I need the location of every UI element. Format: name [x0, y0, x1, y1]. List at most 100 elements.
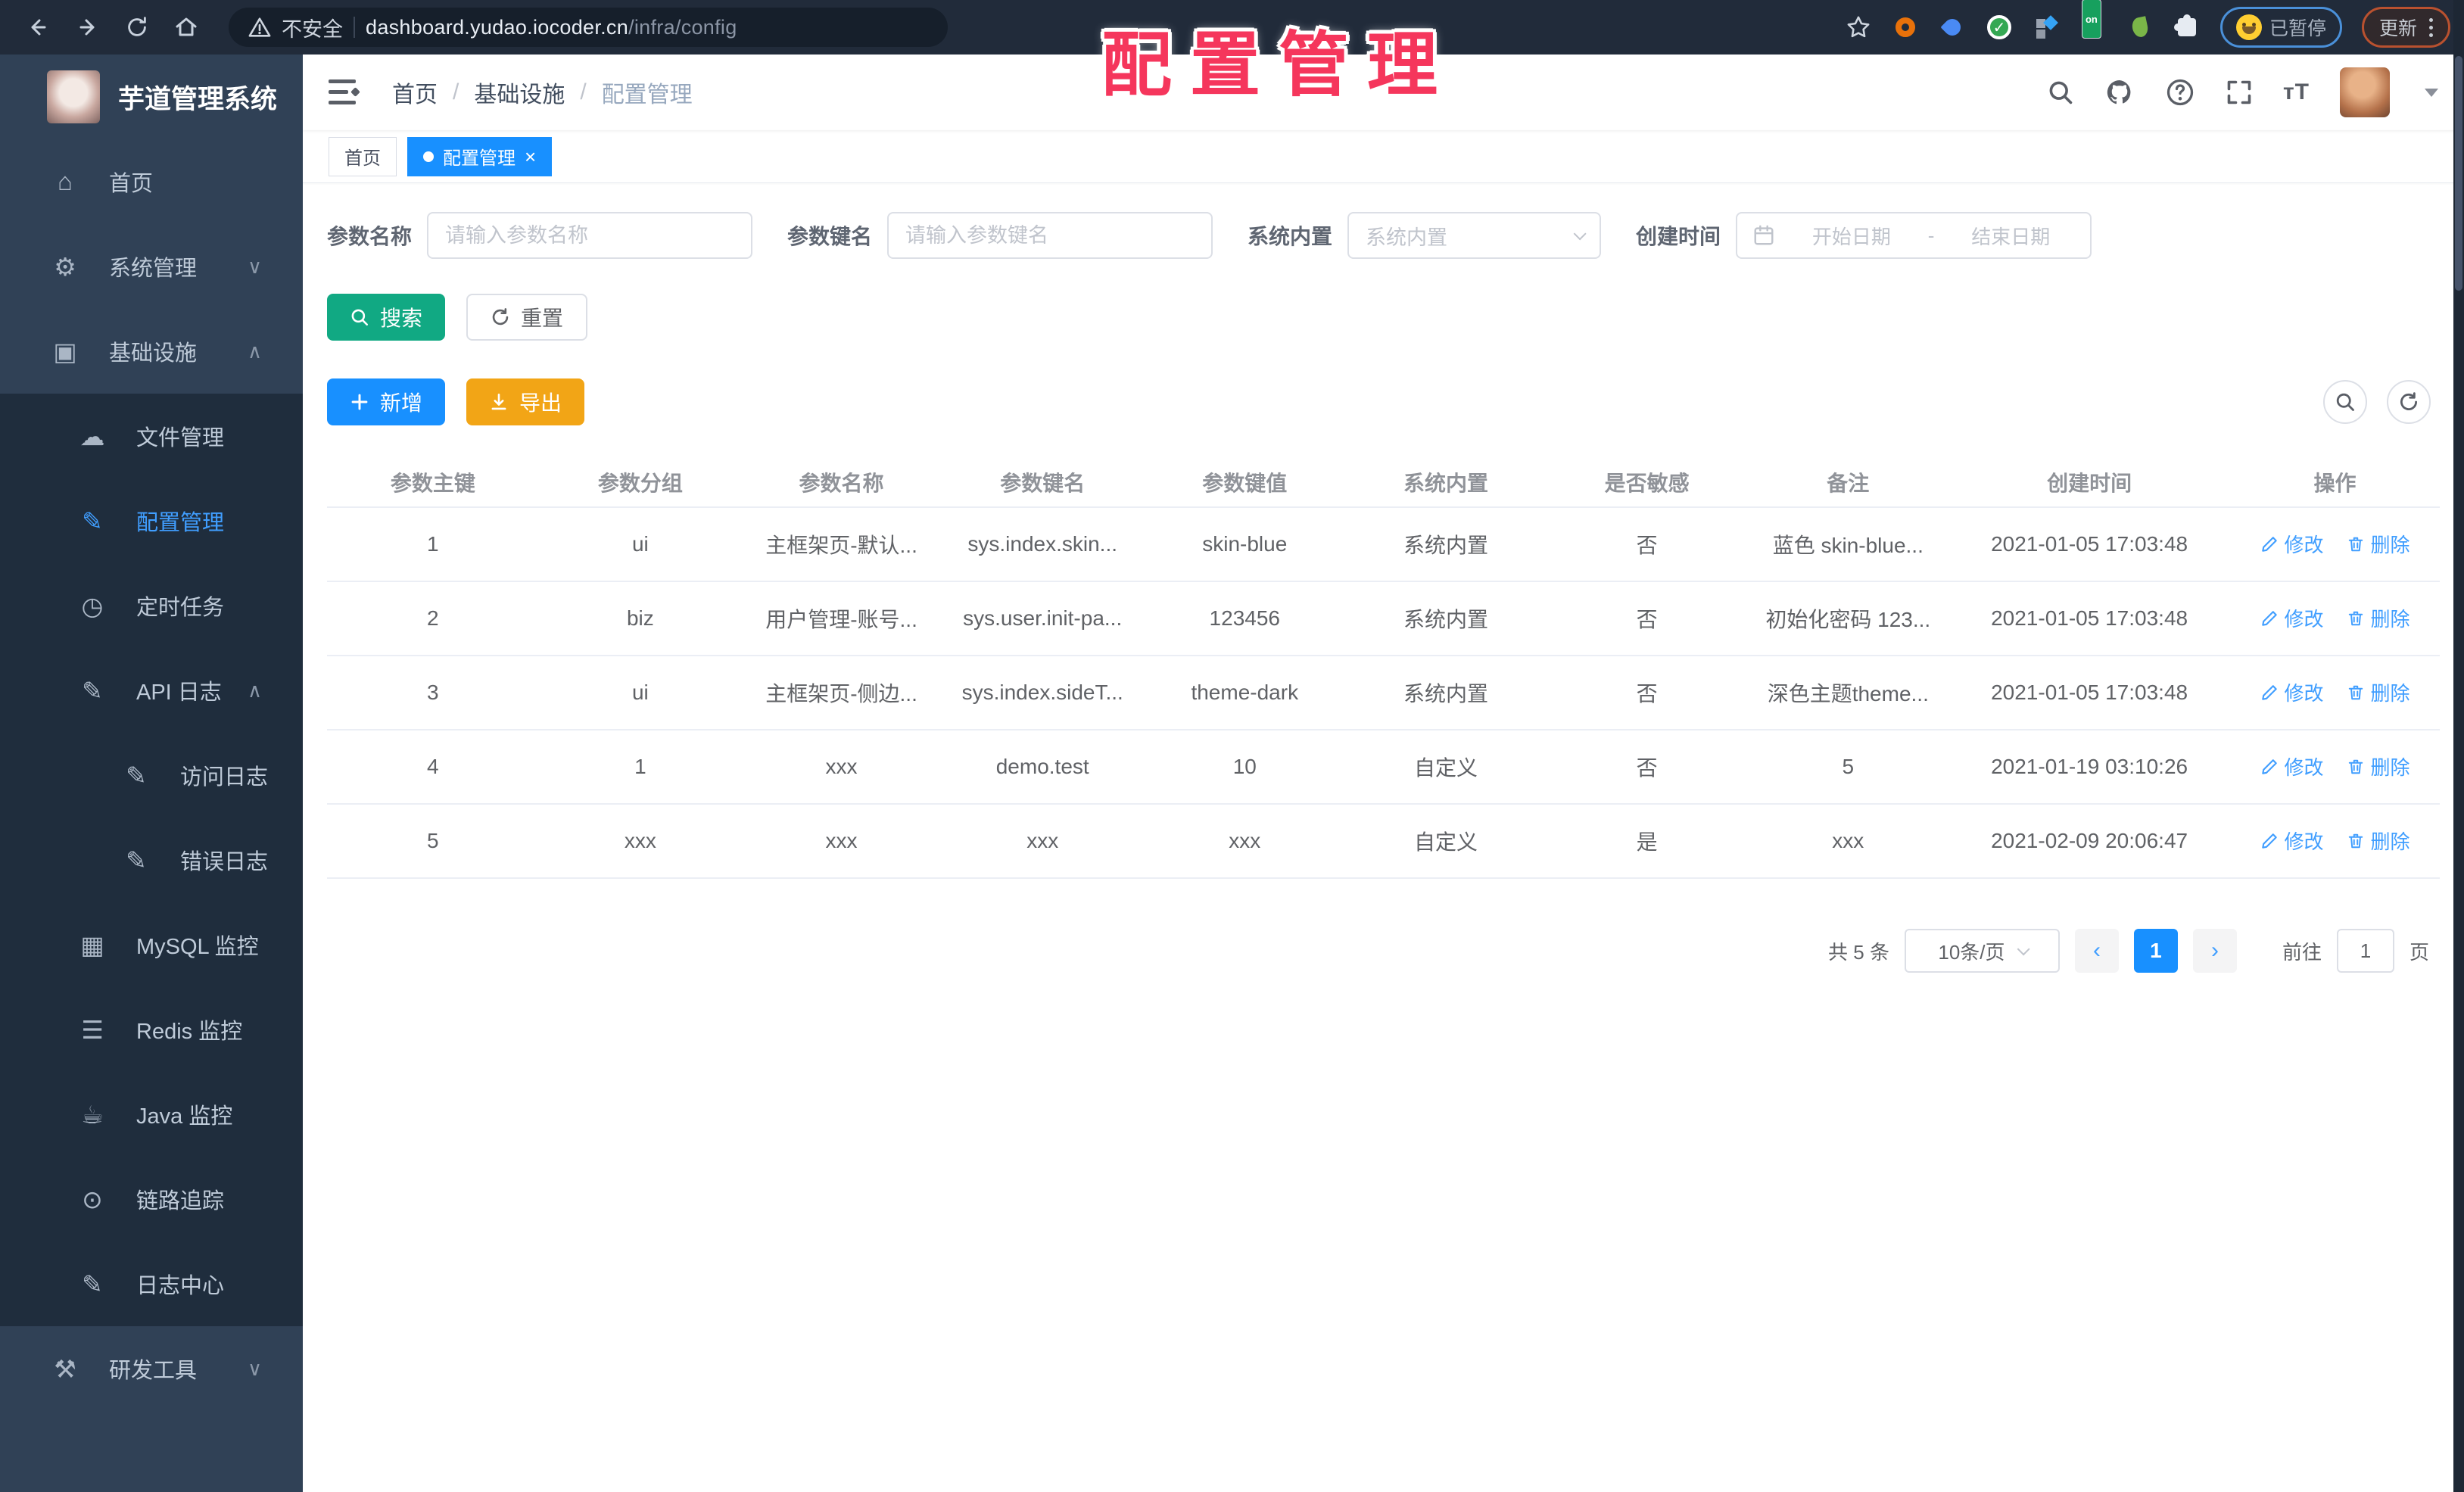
extension-grid-icon[interactable]: [2033, 14, 2060, 41]
log-icon: ✎: [82, 676, 103, 705]
add-button[interactable]: 新增: [327, 378, 446, 425]
search-button[interactable]: 搜索: [327, 294, 446, 341]
delete-link[interactable]: 删除: [2347, 604, 2410, 632]
sidebar-item-api-log[interactable]: ✎ API 日志 ∧: [0, 648, 303, 733]
bookmark-star-icon[interactable]: [1845, 14, 1872, 41]
extension-on-badge-icon[interactable]: on: [2079, 0, 2107, 41]
breadcrumb-current: 配置管理: [601, 83, 693, 107]
page-number-1[interactable]: 1: [2133, 929, 2178, 973]
fullscreen-icon[interactable]: [2226, 79, 2253, 106]
sidebar-item-config-management[interactable]: ✎ 配置管理: [0, 478, 303, 563]
delete-link[interactable]: 删除: [2347, 678, 2410, 706]
sidebar-item-file-management[interactable]: ☁ 文件管理: [0, 394, 303, 478]
avatar-caret-icon[interactable]: [2425, 88, 2438, 97]
sidebar-item-mysql-monitor[interactable]: ▦ MySQL 监控: [0, 902, 303, 987]
edit-link[interactable]: 修改: [2260, 604, 2324, 632]
edit-link[interactable]: 修改: [2260, 530, 2324, 558]
sidebar-item-redis-monitor[interactable]: ☰ Redis 监控: [0, 987, 303, 1072]
sidebar-item-java-monitor[interactable]: ☕ Java 监控: [0, 1072, 303, 1157]
table-row: 3 ui 主框架页-侧边... sys.index.sideT... theme-d…: [327, 656, 2440, 730]
export-button[interactable]: 导出: [466, 378, 585, 425]
trash-icon: [2347, 684, 2365, 702]
config-table: 参数主键 参数分组 参数名称 参数键名 参数键值 系统内置 是否敏感 备注 创建…: [327, 457, 2440, 879]
page-size-select[interactable]: 10条/页: [1904, 929, 2060, 973]
scrollbar-thumb[interactable]: [2455, 56, 2462, 291]
refresh-icon: [2398, 391, 2419, 413]
search-icon[interactable]: [2047, 79, 2074, 106]
extension-donut-icon[interactable]: [1892, 14, 1919, 41]
github-icon[interactable]: [2104, 77, 2135, 107]
edit-icon: [2260, 535, 2279, 553]
system-builtin-label: 系统内置: [1248, 225, 1333, 248]
main-area: 首页 / 基础设施 / 配置管理 тT 首页 配置管理 × 参数名称 请输入参数…: [303, 55, 2464, 1492]
browser-update-button[interactable]: 更新: [2361, 7, 2450, 48]
tag-config-management[interactable]: 配置管理 ×: [407, 136, 553, 176]
monitor-icon: ▣: [53, 337, 77, 366]
layers-icon: ☰: [81, 1015, 104, 1044]
delete-link[interactable]: 删除: [2347, 530, 2410, 558]
extension-pin-icon[interactable]: [1939, 14, 1966, 41]
eye-icon: ⊙: [82, 1185, 103, 1213]
next-page-button[interactable]: ›: [2192, 929, 2237, 973]
url-separator: [354, 17, 355, 38]
col-sensitive: 是否敏感: [1546, 457, 1748, 508]
param-name-input[interactable]: [427, 212, 753, 259]
browser-menu-dots-icon[interactable]: [2429, 17, 2433, 37]
date-range-picker[interactable]: 开始日期 - 结束日期: [1736, 212, 2092, 259]
window-scrollbar[interactable]: [2453, 0, 2464, 1492]
back-icon[interactable]: [24, 14, 51, 41]
home-icon: ⌂: [58, 167, 73, 195]
delete-link[interactable]: 删除: [2347, 752, 2410, 780]
reload-icon[interactable]: [124, 14, 150, 40]
log-icon: ✎: [126, 761, 147, 790]
sidebar: 芋道管理系统 ⌂ 首页 ⚙ 系统管理 ∨ ▣ 基础设施 ∧ ☁ 文件管理 ✎ 配…: [0, 55, 303, 1492]
refresh-table-button[interactable]: [2387, 380, 2431, 424]
user-avatar[interactable]: [2340, 67, 2390, 117]
system-builtin-select[interactable]: 系统内置: [1347, 212, 1602, 259]
delete-link[interactable]: 删除: [2347, 827, 2410, 855]
table-header-row: 参数主键 参数分组 参数名称 参数键名 参数键值 系统内置 是否敏感 备注 创建…: [327, 457, 2440, 508]
sidebar-item-scheduled-tasks[interactable]: ◷ 定时任务: [0, 563, 303, 648]
sidebar-item-system[interactable]: ⚙ 系统管理 ∨: [0, 224, 303, 309]
reset-button[interactable]: 重置: [466, 294, 588, 341]
log-icon: ✎: [82, 1269, 103, 1298]
tag-home[interactable]: 首页: [329, 136, 397, 176]
url-bar[interactable]: 不安全 dashboard.yudao.iocoder.cn/infra/con…: [229, 8, 948, 47]
help-icon[interactable]: [2165, 77, 2195, 107]
goto-page-input[interactable]: [2336, 929, 2394, 973]
edit-link[interactable]: 修改: [2260, 678, 2324, 706]
app-logo[interactable]: 芋道管理系统: [0, 55, 303, 139]
trash-icon: [2347, 535, 2365, 553]
sidebar-item-log-center[interactable]: ✎ 日志中心: [0, 1241, 303, 1326]
edit-link[interactable]: 修改: [2260, 752, 2324, 780]
extensions-puzzle-icon[interactable]: [2173, 14, 2201, 41]
sidebar-item-home[interactable]: ⌂ 首页: [0, 139, 303, 224]
table-row: 1 ui 主框架页-默认... sys.index.skin... skin-blu…: [327, 507, 2440, 582]
sidebar-collapse-icon[interactable]: [329, 79, 360, 105]
sidebar-item-tracing[interactable]: ⊙ 链路追踪: [0, 1157, 303, 1241]
font-size-icon[interactable]: тT: [2283, 79, 2310, 105]
hide-search-button[interactable]: [2323, 380, 2367, 424]
sidebar-item-infrastructure[interactable]: ▣ 基础设施 ∧: [0, 309, 303, 394]
breadcrumb-infrastructure[interactable]: 基础设施: [474, 76, 565, 109]
param-key-input[interactable]: [887, 212, 1213, 259]
profile-paused-badge[interactable]: 已暂停: [2219, 7, 2342, 48]
edit-link[interactable]: 修改: [2260, 827, 2324, 855]
close-icon[interactable]: ×: [525, 147, 536, 167]
home-icon[interactable]: [173, 14, 200, 41]
chevron-up-icon: ∧: [247, 339, 262, 363]
app-title: 芋道管理系统: [118, 84, 278, 114]
forward-icon[interactable]: [74, 14, 101, 41]
extension-check-icon[interactable]: ✓: [1986, 14, 2013, 41]
breadcrumb-home[interactable]: 首页: [392, 76, 438, 109]
col-remark: 备注: [1747, 457, 1949, 508]
sidebar-item-access-log[interactable]: ✎ 访问日志: [0, 733, 303, 818]
col-param-key: 参数键名: [940, 457, 1145, 508]
param-name-label: 参数名称: [327, 225, 413, 248]
database-icon: ▦: [80, 930, 104, 959]
sidebar-item-dev-tools[interactable]: ⚒ 研发工具 ∨: [0, 1326, 303, 1411]
sidebar-item-error-log[interactable]: ✎ 错误日志: [0, 818, 303, 902]
col-param-group: 参数分组: [538, 457, 743, 508]
extension-sprout-icon[interactable]: [2126, 14, 2154, 41]
prev-page-button[interactable]: ‹: [2074, 929, 2119, 973]
